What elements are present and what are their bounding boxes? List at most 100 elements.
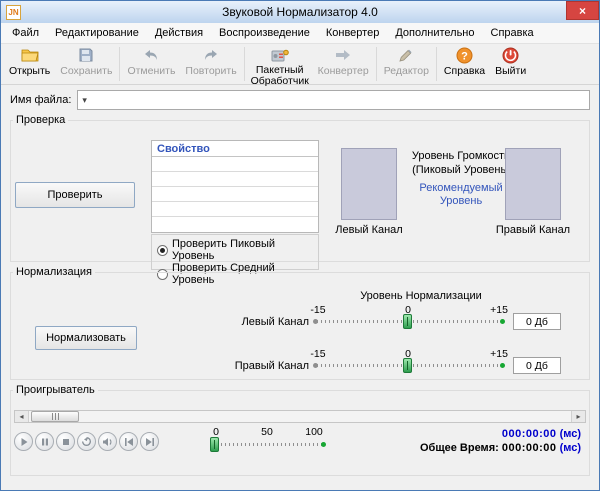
exit-power-icon — [502, 46, 519, 64]
converter-label: Конвертер — [318, 65, 369, 77]
speaker-icon — [102, 437, 114, 447]
normalization-group: Нормализация Уровень Нормализации Нормал… — [10, 266, 590, 380]
chevron-down-icon[interactable]: ▾ — [82, 95, 87, 106]
volume-level-title: Уровень Громкости (Пиковый Уровень) — [403, 150, 519, 178]
svg-text:?: ? — [461, 50, 468, 62]
normalization-level-title: Уровень Нормализации — [311, 290, 531, 302]
volume-level-text: Уровень Громкости (Пиковый Уровень) Реко… — [403, 150, 519, 209]
volume-scale-50: 50 — [256, 426, 278, 438]
file-name-combobox[interactable]: ▾ — [77, 90, 590, 110]
menu-file[interactable]: Файл — [4, 24, 47, 42]
right-slider-max-dot — [500, 363, 505, 368]
app-window: JN Звуковой Нормализатор 4.0 × Файл Реда… — [0, 0, 600, 491]
left-channel-meter — [341, 148, 397, 220]
seek-handle[interactable] — [31, 411, 79, 422]
table-row[interactable] — [152, 202, 318, 217]
redo-label: Повторить — [185, 65, 236, 77]
previous-button[interactable] — [119, 432, 138, 451]
play-icon — [19, 437, 29, 447]
right-channel-slider-thumb[interactable] — [403, 358, 412, 373]
redo-button: Повторить — [180, 45, 241, 78]
left-channel-label: Левый Канал — [181, 316, 309, 328]
editor-button: Редактор — [379, 45, 434, 78]
right-channel-label: Правый Канал — [181, 360, 309, 372]
undo-arrow-icon — [142, 46, 160, 64]
close-button[interactable]: × — [566, 1, 599, 20]
player-group-legend: Проигрыватель — [13, 384, 98, 396]
next-button[interactable] — [140, 432, 159, 451]
check-group: Проверка Проверить Свойство Проверить Пи… — [10, 114, 590, 262]
exit-button[interactable]: Выйти — [490, 45, 531, 78]
redo-arrow-icon — [202, 46, 220, 64]
save-disk-icon — [78, 46, 94, 64]
radio-peak-level[interactable]: Проверить Пиковый Уровень — [157, 238, 313, 262]
file-name-label: Имя файла: — [10, 94, 71, 106]
stop-button[interactable] — [56, 432, 75, 451]
radio-button-icon[interactable] — [157, 245, 168, 256]
play-button[interactable] — [14, 432, 33, 451]
total-time: Общее Время: 000:00:00 (мс) — [420, 442, 581, 454]
left-meter-label: Левый Канал — [323, 224, 415, 236]
menu-playback[interactable]: Воспроизведение — [211, 24, 318, 42]
current-time: 000:00:00 (мс) — [502, 428, 581, 440]
open-folder-icon — [21, 46, 39, 64]
left-slider-min-dot — [313, 319, 318, 324]
menu-help[interactable]: Справка — [483, 24, 542, 42]
player-group: Проигрыватель ◂ ▸ — [10, 384, 590, 476]
table-row[interactable] — [152, 157, 318, 172]
menu-converter[interactable]: Конвертер — [318, 24, 387, 42]
right-channel-value[interactable]: 0 Дб — [513, 357, 561, 374]
volume-slider-thumb[interactable] — [210, 437, 219, 452]
check-button[interactable]: Проверить — [15, 182, 135, 208]
normalize-button[interactable]: Нормализовать — [35, 326, 137, 350]
undo-label: Отменить — [127, 65, 175, 77]
menu-actions[interactable]: Действия — [147, 24, 211, 42]
batch-processor-icon — [271, 46, 289, 64]
editor-label: Редактор — [384, 65, 429, 77]
seek-scrollbar[interactable]: ◂ ▸ — [14, 410, 586, 423]
seek-left-arrow-icon[interactable]: ◂ — [15, 411, 29, 422]
repeat-icon — [81, 436, 92, 447]
table-row[interactable] — [152, 172, 318, 187]
help-label: Справка — [444, 65, 485, 77]
help-icon: ? — [456, 46, 473, 64]
open-label: Открыть — [9, 65, 50, 77]
pause-button[interactable] — [35, 432, 54, 451]
volume-slider-track[interactable] — [213, 443, 323, 446]
toolbar-separator — [244, 47, 245, 81]
repeat-button[interactable] — [77, 432, 96, 451]
file-name-row: Имя файла: ▾ — [10, 90, 590, 110]
help-button[interactable]: ? Справка — [439, 45, 490, 78]
save-label: Сохранить — [60, 65, 112, 77]
recommended-level-label: Рекомендуемый Уровень — [403, 182, 519, 210]
pause-icon — [40, 437, 50, 447]
seek-right-arrow-icon[interactable]: ▸ — [571, 411, 585, 422]
stop-icon — [61, 437, 71, 447]
menu-edit[interactable]: Редактирование — [47, 24, 147, 42]
undo-button: Отменить — [122, 45, 180, 78]
save-button: Сохранить — [55, 45, 117, 78]
toolbar-separator — [436, 47, 437, 81]
volume-max-dot — [321, 442, 326, 447]
menu-extra[interactable]: Дополнительно — [387, 24, 482, 42]
editor-pencil-icon — [398, 46, 414, 64]
right-channel-meter — [505, 148, 561, 220]
exit-label: Выйти — [495, 65, 526, 77]
right-slider-min-dot — [313, 363, 318, 368]
open-button[interactable]: Открыть — [4, 45, 55, 78]
batch-processor-label: Пакетный Обработчик — [251, 65, 309, 87]
left-channel-slider-thumb[interactable] — [403, 314, 412, 329]
left-slider-max-dot — [500, 319, 505, 324]
previous-icon — [124, 437, 134, 447]
volume-scale-100: 100 — [301, 426, 327, 438]
radio-peak-label: Проверить Пиковый Уровень — [172, 238, 313, 262]
table-row[interactable] — [152, 217, 318, 232]
volume-button[interactable] — [98, 432, 117, 451]
total-time-label: Общее Время: — [420, 442, 499, 454]
table-row[interactable] — [152, 187, 318, 202]
right-scale-max: +15 — [484, 348, 514, 360]
normalization-group-legend: Нормализация — [13, 266, 95, 278]
batch-processor-button[interactable]: Пакетный Обработчик — [247, 45, 313, 88]
left-channel-value[interactable]: 0 Дб — [513, 313, 561, 330]
titlebar[interactable]: JN Звуковой Нормализатор 4.0 × — [1, 1, 599, 23]
